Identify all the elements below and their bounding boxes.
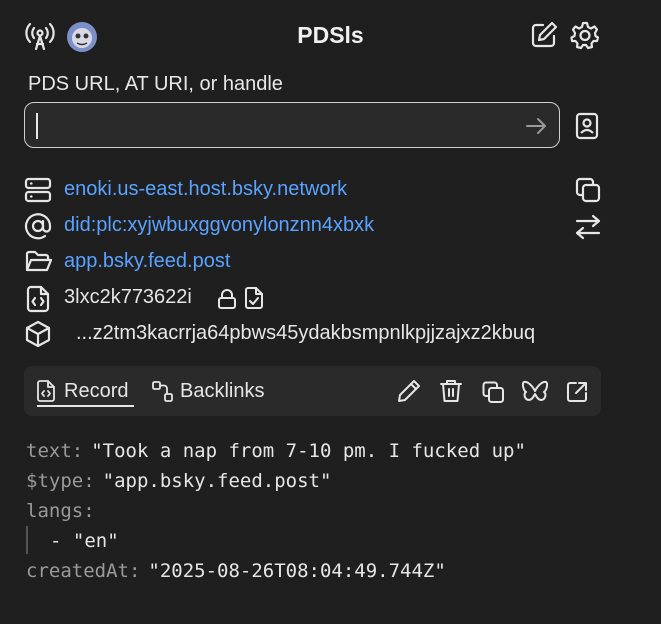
at-sign-icon bbox=[24, 212, 52, 240]
langs-item: - "en" bbox=[50, 530, 119, 552]
collection-link[interactable]: app.bsky.feed.post bbox=[64, 250, 230, 273]
field-value: "Took a nap from 7-10 pm. I fucked up" bbox=[91, 440, 526, 462]
search-input[interactable] bbox=[24, 102, 560, 148]
copy-icon[interactable] bbox=[574, 176, 602, 204]
file-code-icon bbox=[26, 285, 50, 313]
cid-value: ...z2tm3kacrrja64pbws45ydakbsmpnlkpjjzaj… bbox=[76, 322, 536, 344]
field-value: "app.bsky.feed.post" bbox=[102, 470, 332, 492]
did-link[interactable]: did:plc:xyjwbuxggvonylonznn4xbxk bbox=[64, 214, 374, 237]
field-key: createdAt: bbox=[26, 560, 141, 582]
search-label: PDS URL, AT URI, or handle bbox=[28, 73, 283, 95]
external-link-icon[interactable] bbox=[565, 380, 589, 404]
folder-open-icon bbox=[24, 248, 52, 276]
record-key: 3lxc2k773622i bbox=[64, 286, 192, 308]
field-value: "2025-08-26T08:04:49.744Z" bbox=[148, 560, 446, 582]
active-tab-indicator bbox=[37, 405, 134, 407]
field-key: langs: bbox=[26, 500, 95, 522]
field-key: $type: bbox=[26, 470, 95, 492]
tab-record[interactable]: Record bbox=[64, 380, 128, 403]
field-value: - "en" bbox=[50, 530, 119, 552]
tab-backlinks[interactable]: Backlinks bbox=[180, 380, 264, 403]
copy-icon[interactable] bbox=[481, 380, 505, 404]
field-text: text: "Took a nap from 7-10 pm. I fucked … bbox=[26, 440, 526, 462]
server-icon bbox=[24, 176, 52, 204]
edit-icon[interactable] bbox=[529, 20, 559, 50]
gear-icon[interactable] bbox=[570, 20, 600, 50]
box-icon bbox=[24, 320, 52, 348]
pds-link[interactable]: enoki.us-east.host.bsky.network bbox=[64, 178, 347, 201]
indent-guide bbox=[26, 526, 28, 554]
field-langs: langs: bbox=[26, 500, 95, 522]
file-check-icon[interactable] bbox=[244, 287, 264, 309]
field-key: text: bbox=[26, 440, 84, 462]
lock-icon[interactable] bbox=[217, 288, 237, 310]
arrow-right-icon[interactable] bbox=[524, 114, 548, 138]
field-createdat: createdAt: "2025-08-26T08:04:49.744Z" bbox=[26, 560, 446, 582]
text-caret bbox=[36, 113, 38, 139]
field-type: $type: "app.bsky.feed.post" bbox=[26, 470, 331, 492]
swap-icon[interactable] bbox=[574, 214, 602, 240]
pencil-icon[interactable] bbox=[397, 379, 421, 403]
backlinks-icon bbox=[152, 381, 174, 403]
butterfly-icon[interactable] bbox=[522, 380, 548, 404]
file-code-icon bbox=[37, 380, 55, 402]
app-title: PDSls bbox=[297, 22, 364, 48]
account-icon[interactable] bbox=[574, 112, 600, 140]
trash-icon[interactable] bbox=[440, 379, 462, 403]
